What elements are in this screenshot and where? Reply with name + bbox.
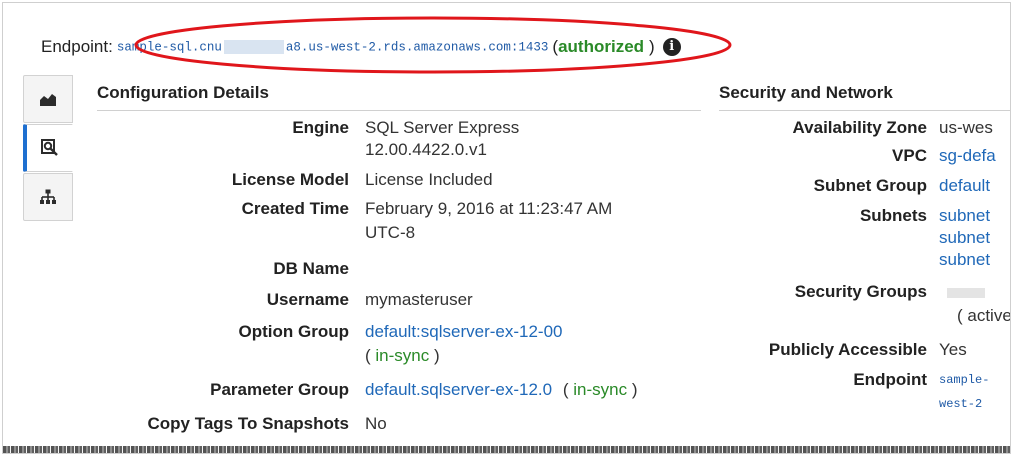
row-username: Username mymasteruser xyxy=(97,289,638,321)
option-group-status: in-sync xyxy=(375,346,430,365)
security-network-heading: Security and Network xyxy=(719,83,1010,111)
vpc-link[interactable]: sg-defa xyxy=(927,145,996,175)
monitoring-chart-icon xyxy=(40,94,56,106)
row-created-time-tz: UTC-8 xyxy=(97,222,638,258)
parameter-group-status: in-sync xyxy=(573,380,628,399)
row-created-time: Created Time February 9, 2016 at 11:23:4… xyxy=(97,198,638,222)
details-tab-strip xyxy=(23,75,75,222)
row-parameter-group: Parameter Group default.sqlserver-ex-12.… xyxy=(97,379,637,413)
parameter-group-label: Parameter Group xyxy=(210,380,349,399)
security-group-status: ( active xyxy=(957,306,1011,325)
row-license-model: License Model License Included xyxy=(97,169,638,198)
row-security-groups-status: ( active xyxy=(719,305,1011,339)
redacted-security-group xyxy=(947,287,985,298)
endpoint-label: Endpoint: xyxy=(41,37,113,56)
created-time-value: February 9, 2016 at 11:23:47 AM xyxy=(365,199,613,218)
rds-instance-details-panel: Endpoint: sample-sql.cnu a8.us-west-2.rds… xyxy=(2,2,1011,454)
endpoint-row-value-line2[interactable]: west-2 xyxy=(939,393,982,415)
details-magnifier-icon xyxy=(40,139,58,156)
row-endpoint: Endpoint sample- xyxy=(719,369,1010,393)
db-name-value xyxy=(349,258,365,289)
availability-zone-label: Availability Zone xyxy=(792,118,927,137)
info-icon[interactable]: i xyxy=(662,38,681,56)
license-model-label: License Model xyxy=(231,170,349,189)
redacted-region xyxy=(223,39,284,54)
row-copy-tags: Copy Tags To Snapshots No xyxy=(97,413,638,443)
configuration-details-heading: Configuration Details xyxy=(97,83,701,111)
obscured-text-strip xyxy=(3,446,1010,453)
created-time-tz: UTC-8 xyxy=(365,223,416,242)
created-time-label: Created Time xyxy=(241,199,349,218)
copy-tags-value: No xyxy=(365,414,387,433)
parameter-group-link[interactable]: default.sqlserver-ex-12.0 xyxy=(365,380,552,399)
endpoint-status: authorized xyxy=(558,37,645,56)
row-option-group-status: ( in-sync ) xyxy=(365,346,440,365)
engine-version: 12.00.4422.0.v1 xyxy=(365,140,487,159)
publicly-accessible-label: Publicly Accessible xyxy=(768,340,927,359)
endpoint-header: Endpoint: sample-sql.cnu a8.us-west-2.rds… xyxy=(41,33,681,61)
row-option-group: Option Group default:sqlserver-ex-12-00 xyxy=(97,321,638,345)
subnet-link-2[interactable]: subnet xyxy=(939,227,990,249)
endpoint-host[interactable]: sample-sql.cnu a8.us-west-2.rds.amazonaws… xyxy=(116,39,549,55)
availability-zone-value: us-wes xyxy=(939,118,993,137)
username-value: mymasteruser xyxy=(365,290,473,309)
endpoint-host-prefix: sample-sql.cnu xyxy=(116,40,222,55)
db-name-label: DB Name xyxy=(273,259,349,278)
row-endpoint-line2: west-2 xyxy=(719,393,1010,415)
row-subnet-group: Subnet Group default xyxy=(719,175,1010,205)
subnet-group-link[interactable]: default xyxy=(927,175,990,205)
vpc-label: VPC xyxy=(892,146,927,165)
tab-monitoring[interactable] xyxy=(23,75,73,123)
security-network-details: Availability Zone us-wes VPC sg-defa Sub… xyxy=(719,117,1011,415)
row-availability-zone: Availability Zone us-wes xyxy=(719,117,1010,145)
row-publicly-accessible: Publicly Accessible Yes xyxy=(719,339,1010,369)
row-db-name: DB Name xyxy=(97,258,638,289)
row-vpc: VPC sg-defa xyxy=(719,145,1010,175)
option-group-label: Option Group xyxy=(238,322,349,341)
status-paren-close: ) xyxy=(649,37,655,56)
row-security-groups: Security Groups xyxy=(719,281,1010,305)
license-model-value: License Included xyxy=(365,170,493,189)
endpoint-row-value-line1[interactable]: sample- xyxy=(939,369,989,391)
row-subnets: Subnets subnet subnet subnet xyxy=(719,205,1010,281)
endpoint-row-label: Endpoint xyxy=(853,370,927,389)
publicly-accessible-value: Yes xyxy=(939,340,967,359)
username-label: Username xyxy=(266,290,349,309)
subnet-link-1[interactable]: subnet xyxy=(939,205,990,227)
subnet-group-label: Subnet Group xyxy=(813,176,927,195)
option-group-link[interactable]: default:sqlserver-ex-12-00 xyxy=(365,322,562,341)
endpoint-host-suffix: a8.us-west-2.rds.amazonaws.com:1433 xyxy=(285,40,549,55)
subnets-label: Subnets xyxy=(859,206,927,225)
copy-tags-label: Copy Tags To Snapshots xyxy=(147,414,350,433)
configuration-details: Engine SQL Server Express 12.00.4422.0.v… xyxy=(97,117,638,443)
tab-details[interactable] xyxy=(23,124,73,172)
tab-topology[interactable] xyxy=(23,173,73,221)
subnet-link-3[interactable]: subnet xyxy=(939,249,990,271)
security-groups-label: Security Groups xyxy=(794,282,927,301)
row-engine-version: 12.00.4422.0.v1 xyxy=(97,139,638,169)
topology-icon xyxy=(40,189,56,204)
